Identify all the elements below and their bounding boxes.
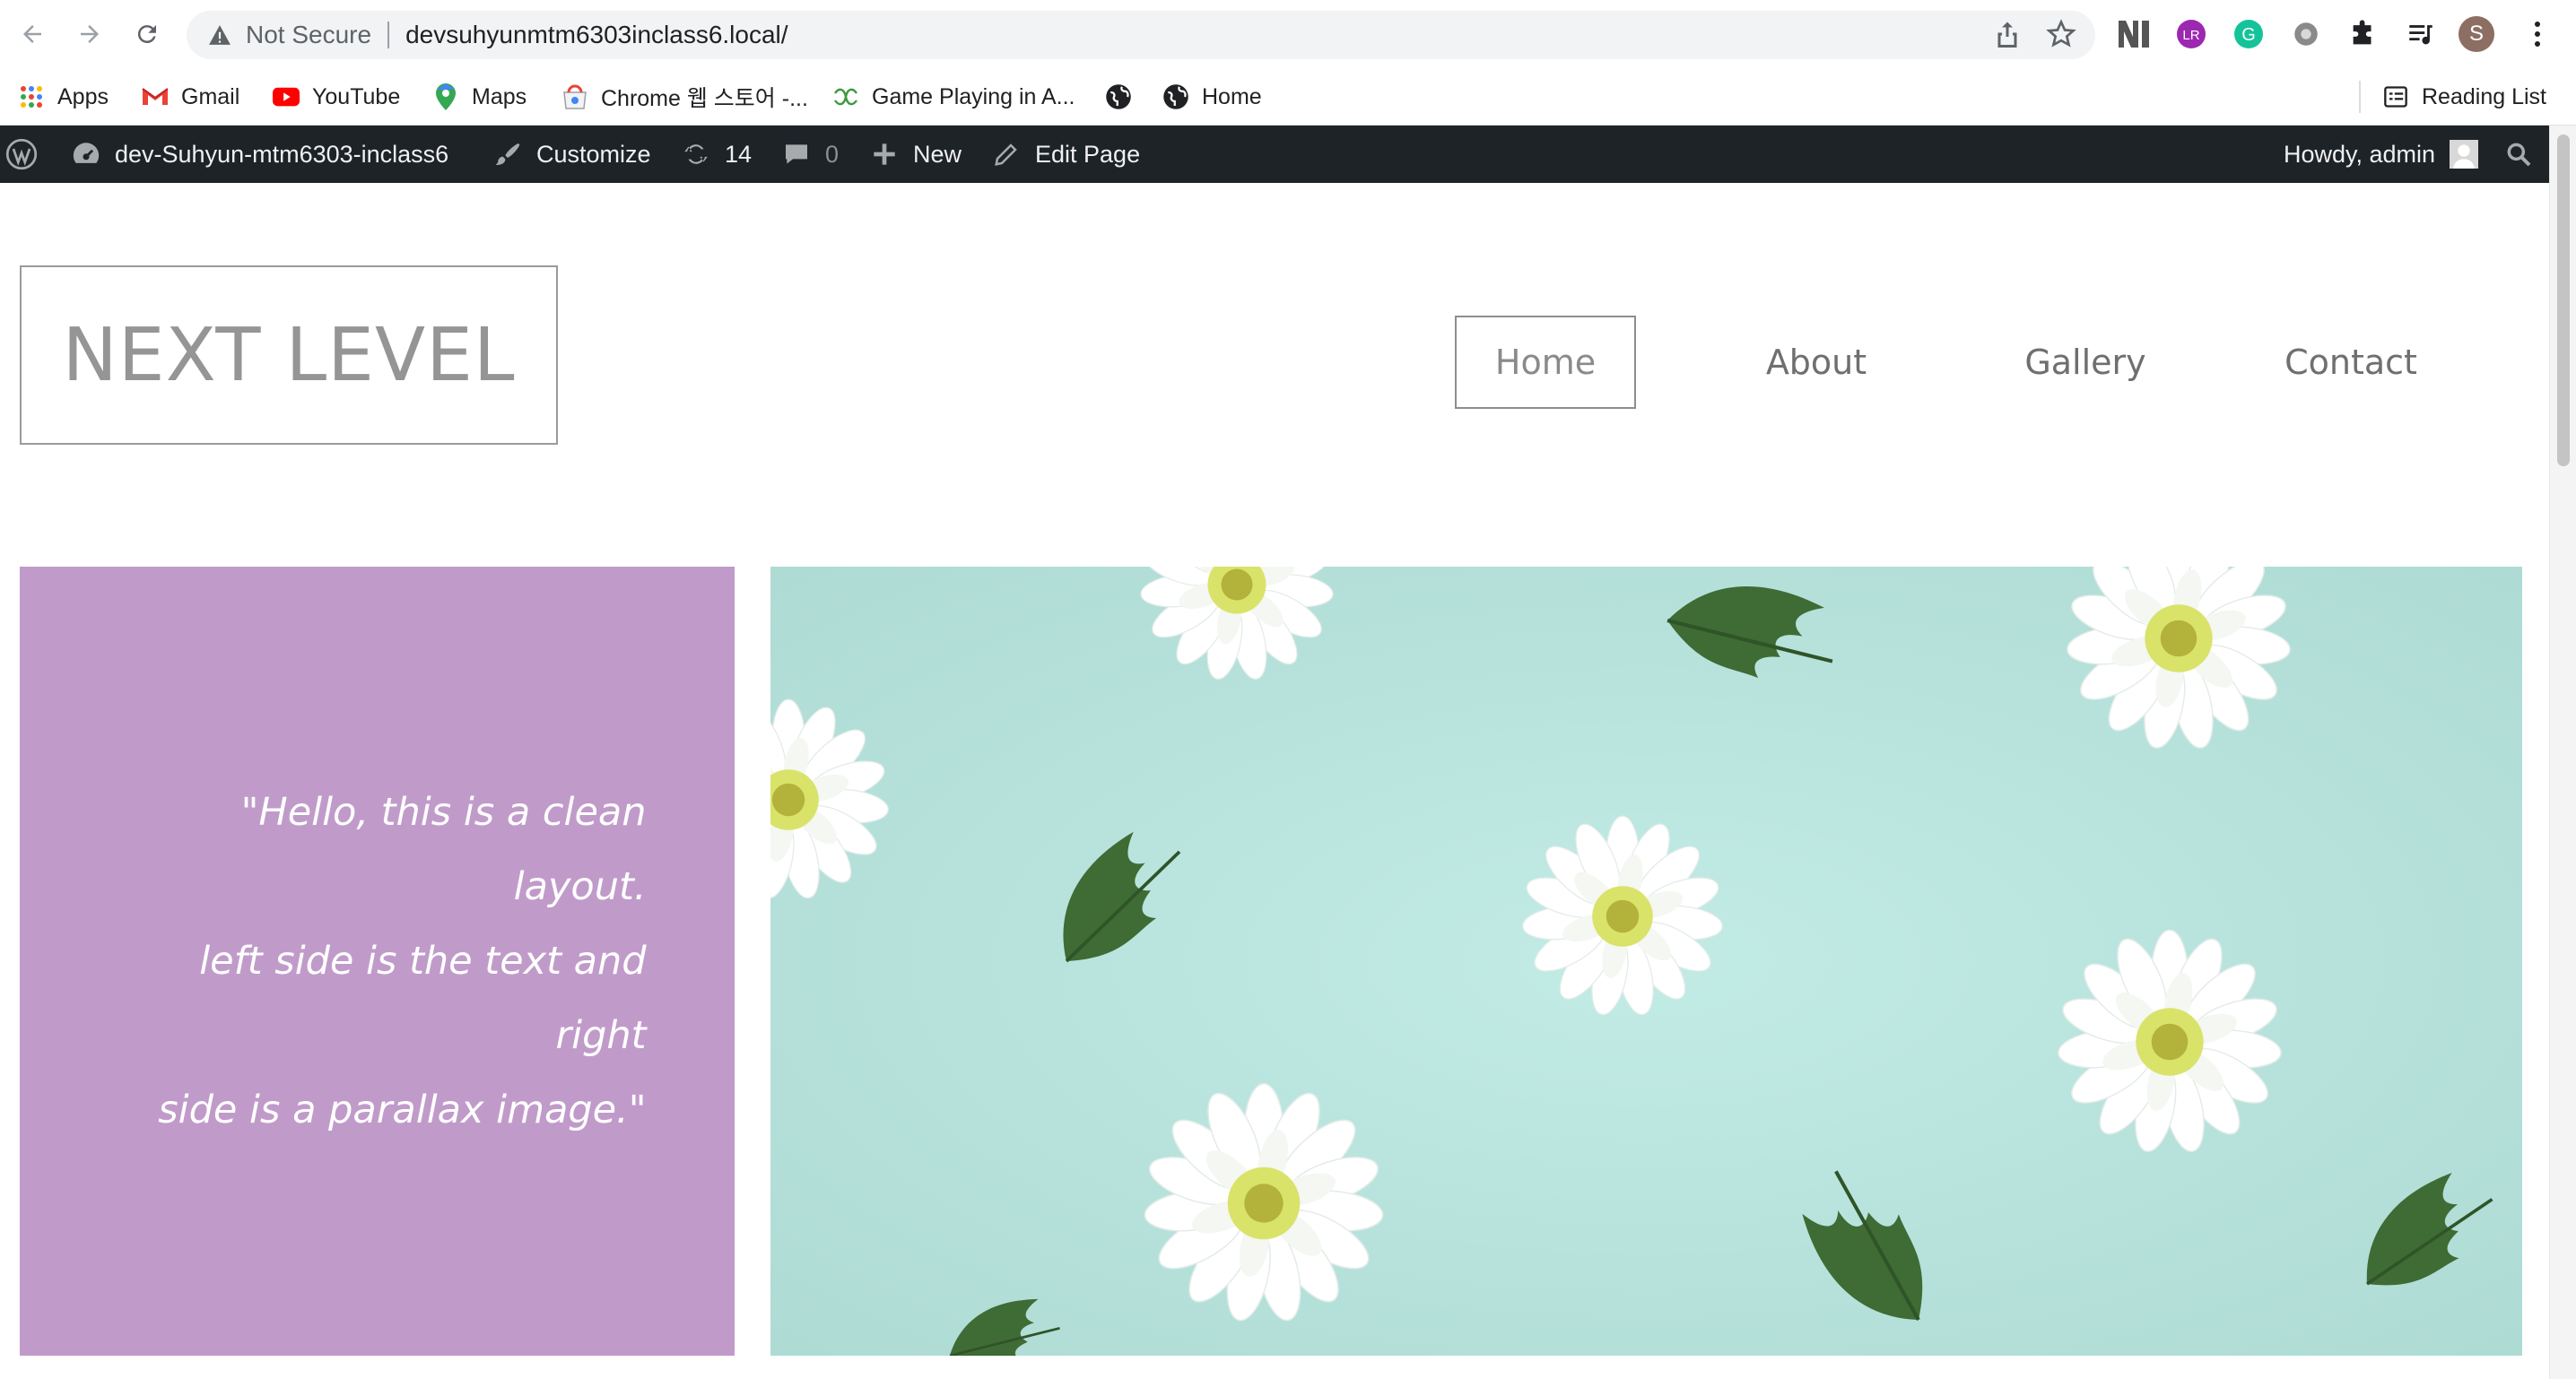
bookmark-gmail[interactable]: Gmail <box>142 68 239 126</box>
customize-link[interactable]: Customize <box>492 126 651 183</box>
reading-list-label: Reading List <box>2422 83 2546 109</box>
search-icon <box>2502 138 2535 170</box>
forward-button[interactable] <box>70 14 109 54</box>
kebab-menu-icon[interactable] <box>2519 15 2556 53</box>
forward-arrow-icon <box>81 25 99 43</box>
gmail-icon <box>142 83 169 110</box>
main-navigation: Home About Gallery Contact <box>1453 316 2511 409</box>
nav-home[interactable]: Home <box>1455 316 1636 409</box>
extension-n-icon[interactable] <box>2115 15 2153 53</box>
bookmark-globe[interactable] <box>1105 68 1132 126</box>
user-avatar <box>2448 138 2480 170</box>
puzzle-extensions-icon[interactable] <box>2345 15 2382 53</box>
back-arrow-icon <box>23 25 41 43</box>
maps-icon <box>432 83 459 110</box>
page-scrollbar[interactable] <box>2549 126 2576 1379</box>
url-text[interactable]: devsuhyunmtm6303inclass6.local/ <box>405 21 788 49</box>
pencil-icon <box>990 138 1023 170</box>
page-bottom-edge <box>0 1356 2549 1379</box>
globe-icon <box>1162 83 1189 110</box>
comment-bubble-icon <box>780 138 813 170</box>
updates-count: 14 <box>725 140 753 168</box>
edit-page-link[interactable]: Edit Page <box>990 126 1140 183</box>
share-icon[interactable] <box>1991 18 2023 55</box>
nav-about[interactable]: About <box>1722 316 1910 409</box>
wp-logo-button[interactable] <box>5 126 38 183</box>
scroll-thumb[interactable] <box>2557 134 2570 466</box>
edit-page-label: Edit Page <box>1035 140 1141 168</box>
reload-button[interactable] <box>127 14 167 54</box>
bookmark-maps[interactable]: Maps <box>432 68 527 126</box>
site-name-label: dev-Suhyun-mtm6303-inclass6 <box>115 140 449 168</box>
quote-text: "Hello, this is a clean layout. left sid… <box>144 776 647 1148</box>
wordpress-logo-icon <box>5 138 38 170</box>
bookmark-label: YouTube <box>312 83 401 109</box>
bookmark-youtube[interactable]: YouTube <box>273 68 400 126</box>
reading-list-button[interactable]: Reading List <box>2382 68 2546 126</box>
reload-icon <box>137 25 156 44</box>
profile-initial: S <box>2468 22 2484 46</box>
svg-text:LR: LR <box>2182 28 2199 43</box>
bookmark-label: Maps <box>472 83 527 109</box>
quote-panel: "Hello, this is a clean layout. left sid… <box>20 567 735 1356</box>
nav-contact[interactable]: Contact <box>2257 316 2445 409</box>
profile-avatar[interactable]: S <box>2458 15 2495 53</box>
extension-lr-icon[interactable]: LR <box>2172 15 2210 53</box>
bookmark-apps[interactable]: Apps <box>18 68 109 126</box>
bookmarks-bar: Apps Gmail YouTube Maps Chrome 웹 스토어 -..… <box>0 68 2576 126</box>
updates-link[interactable]: 14 <box>680 126 752 183</box>
browser-toolbar: Not Secure devsuhyunmtm6303inclass6.loca… <box>0 0 2576 68</box>
divider <box>387 22 390 48</box>
bookmark-home[interactable]: Home <box>1162 68 1262 126</box>
quote-line: left side is the text and right <box>199 938 647 1058</box>
site-name-link[interactable]: dev-Suhyun-mtm6303-inclass6 <box>70 126 448 183</box>
parallax-hero-image <box>770 567 2522 1356</box>
reading-list-icon <box>2382 83 2409 110</box>
plus-icon <box>868 138 901 170</box>
site-logo[interactable]: NEXT LEVEL <box>20 265 558 445</box>
grammarly-icon[interactable]: G <box>2230 15 2267 53</box>
globe-icon <box>1105 83 1132 110</box>
customize-label: Customize <box>536 140 651 168</box>
media-queue-icon[interactable] <box>2402 15 2440 53</box>
nav-gallery[interactable]: Gallery <box>1991 316 2180 409</box>
star-icon[interactable] <box>2045 18 2077 55</box>
bookmark-label: Game Playing in A... <box>872 83 1075 109</box>
youtube-icon <box>273 83 300 110</box>
address-bar[interactable]: Not Secure devsuhyunmtm6303inclass6.loca… <box>187 11 2095 59</box>
bookmark-game-playing[interactable]: Game Playing in A... <box>832 68 1075 126</box>
howdy-label: Howdy, admin <box>2284 140 2436 168</box>
comments-count: 0 <box>825 140 840 168</box>
my-account-link[interactable]: Howdy, admin <box>2284 126 2480 183</box>
gear-extension-icon[interactable] <box>2287 15 2325 53</box>
admin-search-button[interactable] <box>2502 126 2535 183</box>
bookmark-label: Home <box>1202 83 1262 109</box>
apps-grid-icon <box>18 83 45 110</box>
new-content-link[interactable]: New <box>868 126 962 183</box>
back-button[interactable] <box>13 14 52 54</box>
chrome-store-icon <box>561 83 588 110</box>
bookmarks-divider <box>2359 81 2361 113</box>
svg-text:G: G <box>2241 25 2256 45</box>
quote-line: side is a parallax image." <box>158 1087 647 1132</box>
bookmark-label: Gmail <box>181 83 240 109</box>
bookmark-chrome-store[interactable]: Chrome 웹 스토어 -... <box>561 68 808 126</box>
bookmark-label: Chrome 웹 스토어 -... <box>601 86 808 111</box>
game-link-icon <box>832 83 859 110</box>
quote-line: "Hello, this is a clean layout. <box>240 789 647 909</box>
comments-link[interactable]: 0 <box>780 126 839 183</box>
paintbrush-icon <box>492 138 524 170</box>
warning-icon <box>206 22 233 48</box>
site-logo-text: NEXT LEVEL <box>62 312 516 398</box>
security-label[interactable]: Not Secure <box>246 21 371 49</box>
bookmark-label: Apps <box>57 83 109 109</box>
dashboard-icon <box>70 138 102 170</box>
flowers-illustration <box>770 567 2522 1356</box>
wp-admin-bar: dev-Suhyun-mtm6303-inclass6 Customize 14… <box>0 126 2549 183</box>
new-label: New <box>913 140 962 168</box>
updates-refresh-icon <box>680 138 712 170</box>
